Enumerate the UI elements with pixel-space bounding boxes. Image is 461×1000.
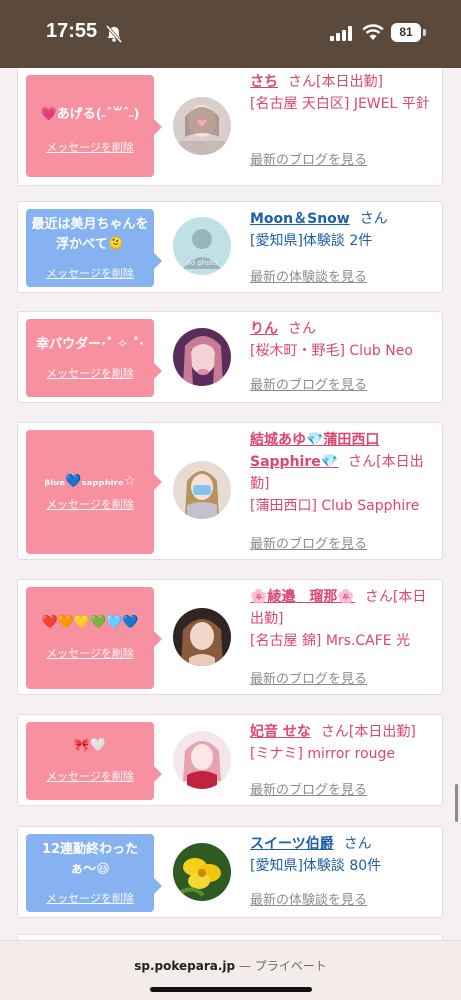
shop-location: [ミナミ] mirror rouge (250, 746, 396, 762)
message-text: 最近は美月ちゃんを浮かべて🫠 (31, 217, 149, 252)
status-time: 17:55 (46, 20, 98, 42)
private-label: プライベート (254, 959, 327, 973)
shop-location: [桜木町・野毛] Club Neo (250, 343, 413, 359)
message-text: 12連勤終わったぁ〜😆 (41, 842, 139, 877)
list-item[interactable]: 💗あげる(˶ˆ꒳ˆ˵) メッセージを削除 さち さん[本日出勤] [名古屋 天白区… (17, 68, 443, 186)
honorific: さん (359, 211, 388, 227)
cast-info: スイーツ伯爵 さん [愛知県]体験談 80件 (250, 833, 434, 877)
message-text: ᵦₗᵤₑ💙ₛₐₚₚₕᵢᵣₑ☆ (44, 474, 136, 489)
honorific: さん (320, 724, 349, 740)
delete-message-link[interactable]: メッセージを削除 (26, 768, 154, 784)
honorific: さん (364, 589, 393, 605)
message-bubble: 🎀🤍 メッセージを削除 (26, 722, 162, 800)
bell-muted-icon (105, 25, 123, 43)
cast-name-link[interactable]: さち (250, 74, 278, 90)
user-name-link[interactable]: Moon＆Snow (250, 211, 350, 227)
avatar[interactable] (173, 843, 231, 901)
latest-post-link[interactable]: 最新の体験談を見る (250, 889, 367, 908)
home-indicator[interactable] (150, 987, 312, 992)
status-note: [本日出勤] (316, 74, 383, 90)
url-label[interactable]: sp.pokepara.jp — プライベート (0, 957, 461, 974)
avatar[interactable] (173, 608, 231, 666)
browser-bottom-bar: sp.pokepara.jp — プライベート (0, 940, 461, 1000)
delete-message-link[interactable]: メッセージを削除 (26, 890, 154, 906)
latest-post-link[interactable]: 最新のブログを見る (250, 668, 367, 687)
message-bubble: 最近は美月ちゃんを浮かべて🫠 メッセージを削除 (26, 209, 162, 287)
shop-location: [蒲田西口] Club Sapphire (250, 498, 420, 514)
avatar[interactable] (173, 731, 231, 789)
shop-location: [愛知県]体験談 80件 (250, 858, 382, 874)
honorific: さん (348, 454, 377, 470)
favorites-list[interactable]: 💗あげる(˶ˆ꒳ˆ˵) メッセージを削除 さち さん[本日出勤] [名古屋 天白区… (0, 68, 461, 940)
scrollbar-thumb[interactable] (455, 784, 458, 822)
no-photo-text: no photo (186, 259, 217, 267)
latest-post-link[interactable]: 最新のブログを見る (250, 374, 367, 393)
message-text: ❤️🧡💛💚🩵💙 (41, 615, 139, 630)
latest-post-link[interactable]: 最新の体験談を見る (250, 266, 367, 285)
message-bubble: 幸パウダー·˚ ✧ ˚· メッセージを削除 (26, 319, 162, 397)
cast-info: 妃音 せな さん[本日出勤] [ミナミ] mirror rouge (250, 721, 434, 765)
honorific: さん (288, 74, 316, 90)
delete-message-link[interactable]: メッセージを削除 (26, 139, 154, 155)
message-bubble: 12連勤終わったぁ〜😆 メッセージを削除 (26, 834, 162, 912)
cast-name-link[interactable]: りん (250, 321, 278, 337)
shop-location: [愛知県]体験談 2件 (250, 233, 373, 249)
latest-post-link[interactable]: 最新のブログを見る (250, 533, 367, 552)
list-item[interactable]: ᵦₗᵤₑ💙ₛₐₚₚₕᵢᵣₑ☆ メッセージを削除 結城あゆ💎蒲田西口Sapphir… (17, 422, 443, 560)
list-item[interactable]: 12連勤終わったぁ〜😆 メッセージを削除 スイーツ伯爵 さん [愛知県]体験談 8… (17, 826, 443, 918)
avatar[interactable] (173, 461, 231, 519)
battery-tip (423, 29, 426, 36)
latest-post-link[interactable]: 最新のブログを見る (250, 149, 367, 168)
shop-location: [名古屋 錦] Mrs.CAFE 光 (250, 633, 411, 649)
url-host: sp.pokepara.jp (134, 959, 236, 973)
cast-info: りん さん [桜木町・野毛] Club Neo (250, 318, 434, 362)
user-name-link[interactable]: スイーツ伯爵 (250, 836, 334, 852)
delete-message-link[interactable]: メッセージを削除 (26, 265, 154, 281)
honorific: さん (288, 321, 316, 337)
honorific: さん (343, 836, 372, 852)
message-bubble: ❤️🧡💛💚🩵💙 メッセージを削除 (26, 587, 162, 689)
avatar[interactable] (173, 328, 231, 386)
url-separator: — (235, 959, 255, 973)
status-bar: 17:55 81 (0, 0, 461, 68)
list-item[interactable]: 最近は美月ちゃんを浮かべて🫠 メッセージを削除 no photo Moon＆Sn… (17, 201, 443, 293)
shop-location: [名古屋 天白区] JEWEL 平針 (250, 96, 430, 112)
delete-message-link[interactable]: メッセージを削除 (26, 365, 154, 381)
message-bubble: ᵦₗᵤₑ💙ₛₐₚₚₕᵢᵣₑ☆ メッセージを削除 (26, 430, 162, 554)
battery-icon: 81 (391, 23, 421, 42)
message-text: 💗あげる(˶ˆ꒳ˆ˵) (40, 107, 140, 122)
status-note: [本日出勤] (348, 724, 416, 740)
wifi-icon (362, 24, 384, 40)
cast-name-link[interactable]: 🌸綾邉 瑠那🌸 (250, 589, 355, 605)
list-item[interactable]: ❤️🧡💛💚🩵💙 メッセージを削除 🌸綾邉 瑠那🌸 さん[本日出勤] [名古屋 錦]… (17, 579, 443, 695)
list-item[interactable]: 幸パウダー·˚ ✧ ˚· メッセージを削除 りん さん [桜木町・野毛] Club… (17, 311, 443, 403)
cast-info: 🌸綾邉 瑠那🌸 さん[本日出勤] [名古屋 錦] Mrs.CAFE 光 (250, 586, 434, 652)
latest-post-link[interactable]: 最新のブログを見る (250, 779, 367, 798)
delete-message-link[interactable]: メッセージを削除 (26, 496, 154, 512)
cast-info: Moon＆Snow さん [愛知県]体験談 2件 (250, 208, 434, 252)
message-text: 幸パウダー·˚ ✧ ˚· (36, 337, 144, 352)
message-text: 🎀🤍 (73, 738, 107, 753)
list-item[interactable]: 🎀🤍 メッセージを削除 妃音 せな さん[本日出勤] [ミナミ] mirror r… (17, 714, 443, 806)
cast-name-link[interactable]: 妃音 せな (250, 724, 311, 740)
avatar[interactable] (173, 97, 231, 155)
message-bubble: 💗あげる(˶ˆ꒳ˆ˵) メッセージを削除 (26, 75, 162, 177)
avatar[interactable]: no photo (173, 217, 231, 275)
signal-icon (330, 26, 352, 41)
delete-message-link[interactable]: メッセージを削除 (26, 645, 154, 661)
cast-info: さち さん[本日出勤] [名古屋 天白区] JEWEL 平針 (250, 71, 434, 115)
cast-info: 結城あゆ💎蒲田西口Sapphire💎 さん[本日出勤] [蒲田西口] Club S… (250, 429, 434, 517)
